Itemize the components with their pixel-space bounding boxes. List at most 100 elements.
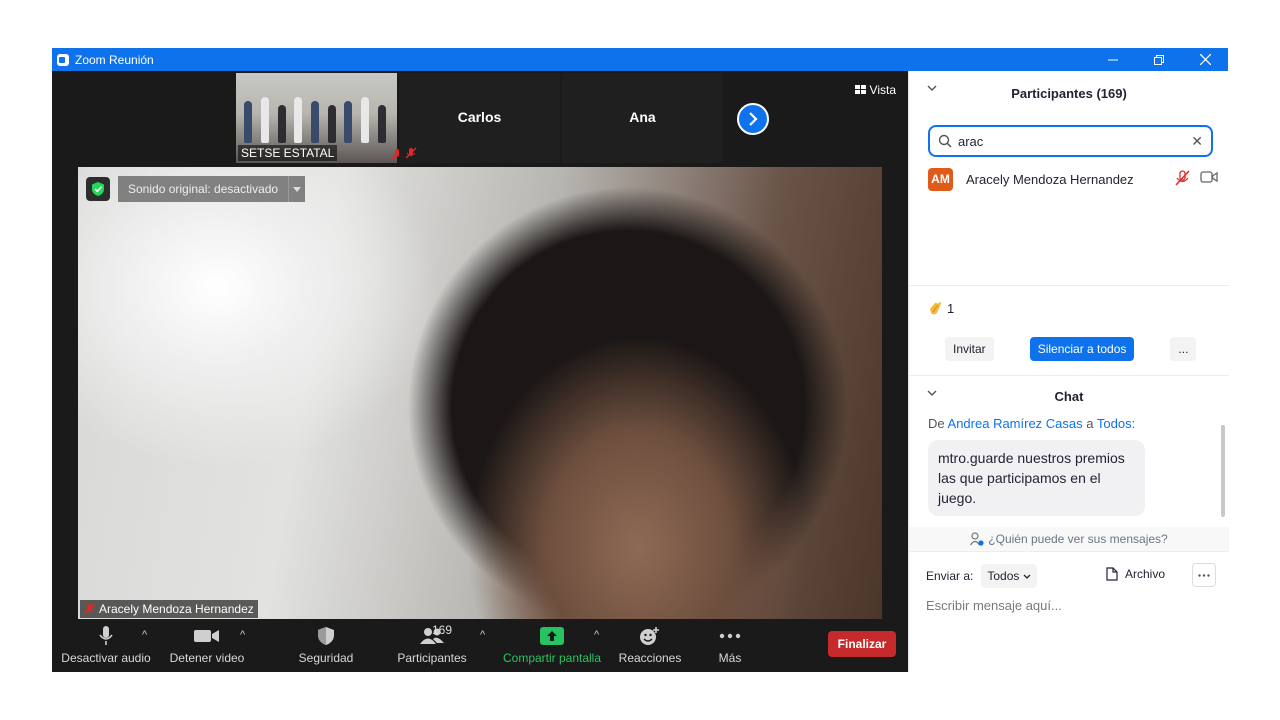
caret-down-icon [293,186,301,192]
share-screen-icon [540,627,564,645]
participants-options-caret[interactable]: ^ [480,629,485,641]
reaction-count: 1 [947,300,955,316]
clapping-hands-icon [930,302,941,315]
tile-label: SETSE ESTATAL [238,145,338,161]
microphone-icon [99,626,113,645]
muted-mic-icon[interactable] [1174,170,1190,186]
gallery-strip: SETSE ESTATAL Carlos Ana [236,73,725,163]
audio-label: Desactivar audio [61,651,151,665]
window-title: Zoom Reunión [75,52,154,67]
end-meeting-button[interactable]: Finalizar [828,631,896,657]
participants-label: Participantes [397,651,467,665]
emoji-add-icon [640,627,659,645]
speaker-name-tag: Aracely Mendoza Hernandez [80,600,258,618]
search-input[interactable] [958,133,1192,149]
from-prefix: De [928,416,945,431]
chevron-down-icon[interactable] [927,85,937,91]
participant-row[interactable]: AM Aracely Mendoza Hernandez [928,166,1218,192]
participants-count: 169 [432,623,453,637]
zoom-logo-icon [57,53,69,66]
original-sound-dropdown[interactable] [288,176,305,202]
more-dots-icon [1198,573,1210,577]
chat-message-input[interactable] [926,594,1216,616]
clear-search-icon[interactable]: ✕ [1191,133,1203,150]
chat-more-button[interactable] [1192,563,1216,587]
share-screen-button[interactable]: Compartir pantalla [503,625,601,665]
more-label: Más [718,651,742,665]
chat-message-bubble: mtro.guarde nuestros premios las que par… [928,440,1145,516]
zoom-window: Zoom Reunión SETSE ESTATAL Carlos Ana Vi… [52,48,1229,672]
reaction-summary: 1 [927,300,954,316]
send-to-row: Enviar a: Todos Archivo [926,563,1216,589]
side-panel: Participantes (169) ✕ AM Aracely Mendoza… [908,71,1229,672]
tile-name: Carlos [457,109,502,125]
security-shield-icon [318,627,334,645]
divider [909,285,1229,286]
reactions-button[interactable]: Reacciones [610,625,690,665]
close-icon [1199,54,1211,65]
chat-privacy-link[interactable]: ¿Quién puede ver sus mensajes? [909,527,1229,551]
gallery-tile-ana[interactable]: Ana [562,73,723,163]
message-sender-line: De Andrea Ramírez Casas a Todos: [928,416,1135,431]
gallery-tile-carlos[interactable]: Carlos [399,73,560,163]
invite-button[interactable]: Invitar [945,337,994,361]
chat-title: Chat [1054,388,1084,404]
more-actions-button[interactable]: ... [1170,337,1197,361]
chat-header: Chat [909,376,1229,416]
participant-actions: Invitar Silenciar a todos ... [945,337,1197,361]
shield-check-icon [92,182,104,196]
share-label: Compartir pantalla [502,651,602,665]
file-label: Archivo [1125,567,1166,581]
participants-title: Participantes (169) [1011,85,1127,101]
chevron-right-icon [749,112,758,126]
send-to-label: Enviar a: [926,569,974,583]
video-camera-icon [194,630,219,642]
recipient-value: Todos [987,569,1020,583]
participant-search: ✕ [928,125,1213,157]
recipient-dropdown[interactable]: Todos [981,564,1038,588]
active-speaker-video: Sonido original: desactivado Aracely Men… [78,167,882,619]
file-icon [1106,567,1118,581]
audio-options-caret[interactable]: ^ [142,629,147,641]
gallery-tile-setse[interactable]: SETSE ESTATAL [236,73,403,163]
grid-view-icon [854,85,866,94]
encryption-shield[interactable] [86,177,110,201]
speaker-name: Aracely Mendoza Hernandez [99,602,254,616]
tile-name: Ana [629,109,656,125]
chat-scrollbar[interactable] [1221,425,1225,517]
meeting-toolbar: Desactivar audio ^ Detener video ^ Segur… [52,619,908,672]
recipient-name[interactable]: Todos: [1097,416,1135,431]
next-page-button[interactable] [737,103,769,135]
chevron-down-icon[interactable] [927,390,937,396]
security-button[interactable]: Seguridad [286,625,366,665]
file-button[interactable]: Archivo [1106,567,1165,581]
meeting-area: SETSE ESTATAL Carlos Ana Vista Sonido or… [52,71,908,672]
video-label: Detener video [169,651,245,665]
muted-mic-icon [84,603,95,615]
sender-name[interactable]: Andrea Ramírez Casas [948,416,1083,431]
video-camera-icon[interactable] [1200,170,1218,184]
participants-button[interactable]: 169 Participantes [392,623,472,665]
close-window-button[interactable] [1182,48,1228,71]
participants-header: Participantes (169) [909,71,1229,115]
stop-video-button[interactable]: Detener video [164,625,250,665]
divider [909,551,1229,552]
video-options-caret[interactable]: ^ [240,629,245,641]
avatar: AM [928,167,953,191]
search-icon [938,134,952,148]
reactions-label: Reacciones [618,651,682,665]
minimize-button[interactable] [1090,48,1136,71]
restore-button[interactable] [1136,48,1182,71]
original-sound-button[interactable]: Sonido original: desactivado [118,176,289,202]
chevron-down-icon [1023,574,1031,579]
title-bar: Zoom Reunión [52,48,1228,71]
view-button[interactable]: Vista [854,83,896,97]
more-dots-icon [719,633,741,639]
to-word: a [1086,416,1094,431]
mute-all-button[interactable]: Silenciar a todos [1029,337,1135,361]
more-button[interactable]: Más [700,625,760,665]
share-options-caret[interactable]: ^ [594,629,599,641]
restore-icon [1154,54,1164,65]
mute-audio-button[interactable]: Desactivar audio [61,625,151,665]
minimize-icon [1108,59,1118,60]
